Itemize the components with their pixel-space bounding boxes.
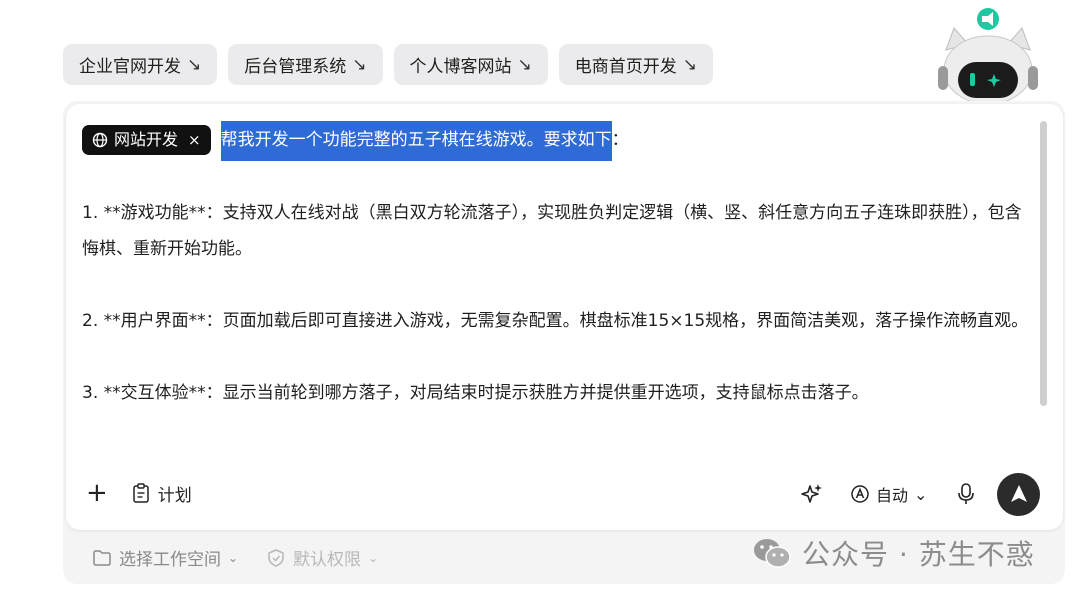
wechat-icon — [754, 539, 791, 568]
chip-label: 个人博客网站 — [409, 57, 512, 77]
arrow-down-right-icon: ↘ — [187, 54, 202, 75]
wechat-watermark: 公众号 · 苏生不惑 — [752, 533, 1035, 573]
globe-icon — [92, 132, 108, 148]
folder-icon — [93, 549, 111, 566]
chip-corporate-website[interactable]: 企业官网开发 ↘ — [63, 44, 218, 85]
tag-label: 网站开发 — [114, 130, 179, 149]
chip-admin-system[interactable]: 后台管理系统 ↘ — [228, 44, 383, 85]
plan-button[interactable]: 计划 — [132, 481, 192, 506]
watermark-text: 公众号 · 苏生不惑 — [802, 538, 1035, 571]
chip-label: 电商首页开发 — [574, 57, 677, 77]
arrow-down-right-icon: ↘ — [682, 54, 697, 75]
clipboard-icon — [133, 483, 149, 503]
send-arrow-icon — [1010, 485, 1027, 502]
chip-ecommerce-home[interactable]: 电商首页开发 ↘ — [558, 44, 713, 85]
arrow-down-right-icon: ↘ — [517, 54, 532, 75]
toolbar-left: + 计划 — [86, 480, 192, 506]
requirement-paragraph-1: 1. **游戏功能**：支持双人在线对战（黑白双方轮流落子），实现胜负判定逻辑（… — [82, 203, 1022, 259]
assistant-mascot — [936, 6, 1040, 105]
chip-personal-blog[interactable]: 个人博客网站 ↘ — [393, 44, 548, 85]
website-dev-tag: 网站开发 × — [82, 125, 211, 155]
send-button[interactable] — [997, 472, 1041, 516]
selected-text: 帮我开发一个功能完整的五子棋在线游戏。要求如下 — [220, 121, 612, 161]
tag-close-icon[interactable]: × — [188, 122, 201, 158]
workspace-selector[interactable]: 选择工作空间 ⌄ — [92, 545, 238, 570]
prompt-textarea[interactable]: 网站开发 × 帮我开发一个功能完整的五子棋在线游戏。要求如下： 1. **游戏功… — [82, 121, 1032, 451]
permission-label: 默认权限 — [293, 550, 362, 570]
colon-text: ： — [611, 130, 629, 150]
permission-selector[interactable]: 默认权限 ⌄ — [266, 545, 378, 570]
composer-footer: 选择工作空间 ⌄ 默认权限 ⌄ — [92, 545, 378, 570]
auto-mode-label: 自动 — [876, 486, 909, 505]
chip-label: 后台管理系统 — [244, 57, 347, 77]
requirement-paragraph-2: 2. **用户界面**：页面加载后即可直接进入游戏，无需复杂配置。棋盘标准15×… — [82, 311, 1029, 331]
requirement-paragraph-3: 3. **交互体验**：显示当前轮到哪方落子，对局结束时提示获胜方并提供重开选项… — [82, 383, 869, 403]
arrow-down-right-icon: ↘ — [352, 54, 367, 75]
add-attachment-button[interactable]: + — [86, 480, 108, 506]
quick-start-chips: 企业官网开发 ↘ 后台管理系统 ↘ 个人博客网站 ↘ 电商首页开发 ↘ — [63, 44, 713, 85]
microphone-icon[interactable] — [957, 482, 975, 506]
chevron-down-icon: ⌄ — [368, 550, 379, 565]
sparkle-enhance-icon[interactable] — [800, 482, 824, 506]
chevron-down-icon: ⌄ — [228, 550, 239, 565]
toolbar-right: 自动 ⌄ — [800, 472, 1041, 516]
auto-mode-selector[interactable]: 自动 ⌄ — [850, 482, 927, 506]
chevron-down-icon: ⌄ — [914, 484, 928, 504]
shield-check-icon — [268, 548, 284, 567]
auto-mode-icon — [851, 485, 869, 503]
workspace-label: 选择工作空间 — [119, 550, 221, 570]
scrollbar-thumb[interactable] — [1040, 121, 1047, 406]
chip-label: 企业官网开发 — [79, 57, 181, 77]
plan-label: 计划 — [157, 485, 192, 506]
